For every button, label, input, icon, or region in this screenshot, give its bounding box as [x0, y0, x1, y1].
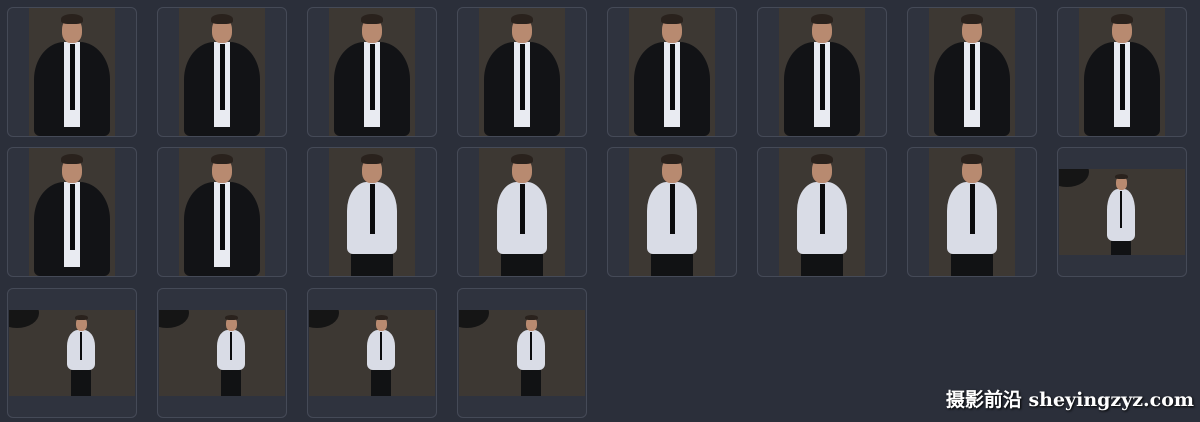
thumbnail-image	[29, 8, 115, 136]
model-figure	[479, 8, 565, 136]
model-figure	[29, 148, 115, 276]
model-figure	[629, 148, 715, 276]
thumbnail-card[interactable]	[457, 147, 587, 277]
thumbnail-card[interactable]	[1057, 147, 1187, 277]
model-figure	[1059, 169, 1185, 255]
thumbnail-card[interactable]	[457, 288, 587, 418]
thumbnail-image	[479, 148, 565, 276]
model-figure	[479, 148, 565, 276]
thumbnail-image	[329, 8, 415, 136]
thumbnail-image	[1059, 169, 1185, 255]
thumbnail-image	[929, 148, 1015, 276]
thumbnail-card[interactable]	[907, 147, 1037, 277]
thumbnail-image	[179, 8, 265, 136]
thumbnail-image	[779, 8, 865, 136]
thumbnail-card[interactable]	[157, 7, 287, 137]
model-figure	[29, 8, 115, 136]
thumbnail-image	[329, 148, 415, 276]
thumbnail-card[interactable]	[1057, 7, 1187, 137]
model-figure	[179, 8, 265, 136]
thumbnail-card[interactable]	[457, 7, 587, 137]
thumbnail-card[interactable]	[307, 7, 437, 137]
thumbnail-card[interactable]	[307, 147, 437, 277]
thumbnail-image	[29, 148, 115, 276]
thumbnail-card[interactable]	[907, 7, 1037, 137]
thumbnail-image	[629, 8, 715, 136]
thumbnail-card[interactable]	[607, 147, 737, 277]
thumbnail-image	[929, 8, 1015, 136]
model-figure	[329, 8, 415, 136]
thumbnail-card[interactable]	[307, 288, 437, 418]
model-figure	[929, 8, 1015, 136]
thumbnail-card[interactable]	[157, 147, 287, 277]
thumbnail-image	[1079, 8, 1165, 136]
thumbnail-image	[309, 310, 435, 396]
model-figure	[309, 310, 435, 396]
model-figure	[329, 148, 415, 276]
thumbnail-image	[629, 148, 715, 276]
thumbnail-image	[179, 148, 265, 276]
thumbnail-image	[159, 310, 285, 396]
model-figure	[779, 8, 865, 136]
model-figure	[1079, 8, 1165, 136]
thumbnail-card[interactable]	[757, 7, 887, 137]
thumbnail-card[interactable]	[7, 288, 137, 418]
thumbnail-card[interactable]	[7, 147, 137, 277]
model-figure	[9, 310, 135, 396]
thumbnail-card[interactable]	[157, 288, 287, 418]
model-figure	[179, 148, 265, 276]
site-watermark: 摄影前沿 sheyingzyz.com	[945, 389, 1194, 411]
model-figure	[629, 8, 715, 136]
model-figure	[929, 148, 1015, 276]
thumbnail-card[interactable]	[7, 7, 137, 137]
model-figure	[459, 310, 585, 396]
thumbnail-image	[479, 8, 565, 136]
thumbnail-image	[779, 148, 865, 276]
photo-gallery	[0, 0, 1200, 422]
thumbnail-image	[459, 310, 585, 396]
model-figure	[779, 148, 865, 276]
thumbnail-card[interactable]	[607, 7, 737, 137]
thumbnail-card[interactable]	[757, 147, 887, 277]
model-figure	[159, 310, 285, 396]
thumbnail-image	[9, 310, 135, 396]
